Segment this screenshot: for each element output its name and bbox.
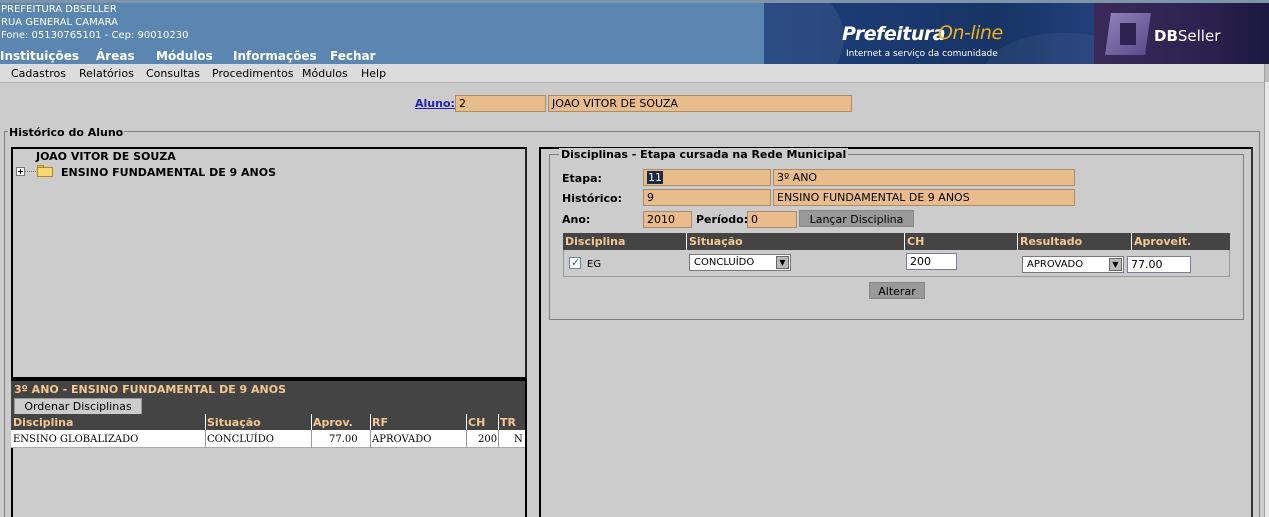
dropdown-arrow-icon: ▼ bbox=[1109, 258, 1122, 271]
vertical-scrollbar[interactable] bbox=[1264, 64, 1269, 517]
dbseller-logo: DBSeller bbox=[1094, 3, 1269, 64]
dropdown-arrow-icon: ▼ bbox=[776, 256, 789, 269]
disciplina-code: EG bbox=[587, 259, 602, 270]
etapa-table-header bbox=[11, 414, 525, 430]
periodo-field[interactable]: 0 bbox=[747, 211, 797, 228]
cell-divider bbox=[370, 430, 371, 448]
banner-tagline: Internet a serviço da comunidade bbox=[846, 49, 998, 59]
col-situacao: Situação bbox=[207, 416, 261, 429]
menu-areas[interactable]: Áreas bbox=[96, 49, 135, 63]
resultado-select-value: APROVADO bbox=[1027, 259, 1084, 270]
cell-aprov: 77.00 bbox=[329, 434, 358, 445]
historico-label: Histórico: bbox=[562, 192, 623, 205]
folder-body bbox=[37, 167, 53, 177]
banner-online-text: On-line bbox=[938, 22, 1003, 44]
folder-icon bbox=[37, 165, 53, 177]
col-rf: RF bbox=[372, 416, 388, 429]
historico-name-field[interactable]: ENSINO FUNDAMENTAL DE 9 ANOS bbox=[773, 189, 1075, 206]
etapa-panel-title: 3º ANO - ENSINO FUNDAMENTAL DE 9 ANOS bbox=[14, 383, 287, 396]
cell-divider bbox=[311, 430, 312, 448]
menu-fechar[interactable]: Fechar bbox=[330, 49, 376, 63]
submenu-procedimentos[interactable]: Procedimentos bbox=[212, 67, 294, 80]
cell-ch: 200 bbox=[478, 434, 498, 445]
etapa-label: Etapa: bbox=[562, 172, 602, 185]
menu-instituicoes[interactable]: Instituições bbox=[0, 49, 79, 63]
menu-informacoes[interactable]: Informações bbox=[233, 49, 317, 63]
ano-label: Ano: bbox=[562, 213, 591, 226]
dbseller-wordmark: DBSeller bbox=[1154, 27, 1221, 45]
col-tr: TR bbox=[500, 416, 516, 429]
banner-prefeitura-text: Prefeitura bbox=[842, 23, 946, 45]
disciplinas-table-header bbox=[563, 233, 1230, 250]
ano-field[interactable]: 2010 bbox=[643, 211, 692, 228]
submenu-cadastros[interactable]: Cadastros bbox=[11, 67, 66, 80]
page: PREFEITURA DBSELLER RUA GENERAL CAMARA F… bbox=[0, 0, 1269, 517]
etapa-code-field[interactable]: 11 bbox=[643, 169, 771, 186]
cell-rf: APROVADO bbox=[372, 434, 432, 445]
cell-tr: N bbox=[514, 434, 523, 445]
submenu-modulos[interactable]: Módulos bbox=[302, 67, 348, 80]
submenu-help[interactable]: Help bbox=[361, 67, 386, 80]
etapa-name-field[interactable]: 3º ANO bbox=[773, 169, 1075, 186]
aluno-code-field[interactable]: 2 bbox=[455, 95, 546, 112]
ordenar-disciplinas-button[interactable]: Ordenar Disciplinas bbox=[14, 398, 142, 414]
submenu-relatorios[interactable]: Relatórios bbox=[79, 67, 134, 80]
lancar-disciplina-button[interactable]: Lançar Disciplina bbox=[799, 210, 914, 227]
scrollbar-thumb[interactable] bbox=[1265, 64, 1269, 82]
menu-modulos[interactable]: Módulos bbox=[156, 49, 213, 63]
col-resultado: Resultado bbox=[1020, 235, 1083, 248]
tree-node-ensino[interactable]: ENSINO FUNDAMENTAL DE 9 ANOS bbox=[61, 166, 276, 179]
dbseller-mark-cutout bbox=[1120, 23, 1136, 45]
cell-divider bbox=[498, 430, 499, 448]
col-aprov: Aprov. bbox=[313, 416, 353, 429]
org-name: PREFEITURA DBSELLER bbox=[1, 4, 117, 15]
org-address: RUA GENERAL CAMARA bbox=[1, 17, 118, 28]
situacao-select-value: CONCLUÍDO bbox=[694, 257, 755, 268]
alterar-button[interactable]: Alterar bbox=[869, 282, 925, 299]
col-ch: CH bbox=[468, 416, 486, 429]
historico-tree-panel bbox=[11, 147, 527, 379]
check-mark-icon: ✓ bbox=[571, 256, 581, 269]
tree-connector bbox=[25, 171, 36, 172]
plus-expander-icon[interactable] bbox=[16, 167, 25, 176]
historico-legend: Histórico do Aluno bbox=[8, 126, 125, 139]
periodo-label: Período: bbox=[696, 213, 749, 226]
banner-swoosh bbox=[764, 3, 844, 64]
col-disciplina: Disciplina bbox=[13, 416, 74, 429]
cell-divider bbox=[205, 430, 206, 448]
aproveitamento-field[interactable]: 77.00 bbox=[1127, 256, 1191, 273]
org-contact: Fone: 05130765101 - Cep: 90010230 bbox=[1, 30, 189, 41]
situacao-select[interactable]: CONCLUÍDO ▼ bbox=[689, 254, 791, 271]
col-ch: CH bbox=[907, 235, 925, 248]
col-situacao: Situação bbox=[689, 235, 743, 248]
cell-divider bbox=[466, 430, 467, 448]
disciplinas-legend: Disciplinas - Etapa cursada na Rede Muni… bbox=[559, 148, 849, 161]
cell-disciplina: ENSINO GLOBALIZADO bbox=[13, 434, 139, 445]
resultado-select[interactable]: APROVADO ▼ bbox=[1022, 256, 1124, 273]
cell-situacao: CONCLUÍDO bbox=[207, 434, 274, 445]
aluno-name-field[interactable]: JOAO VITOR DE SOUZA bbox=[548, 95, 852, 112]
submenu-consultas[interactable]: Consultas bbox=[146, 67, 200, 80]
col-aproveitamento: Aproveit. bbox=[1134, 235, 1192, 248]
ch-field[interactable]: 200 bbox=[906, 253, 957, 270]
sub-menu: Cadastros Relatórios Consultas Procedime… bbox=[0, 64, 1264, 83]
tree-root-student: JOAO VITOR DE SOUZA bbox=[36, 150, 176, 163]
historico-code-field[interactable]: 9 bbox=[643, 189, 771, 206]
aluno-link[interactable]: Aluno: bbox=[415, 97, 455, 110]
prefeitura-online-banner: Prefeitura On-line Internet a serviço da… bbox=[764, 3, 1094, 64]
col-disciplina: Disciplina bbox=[565, 235, 626, 248]
